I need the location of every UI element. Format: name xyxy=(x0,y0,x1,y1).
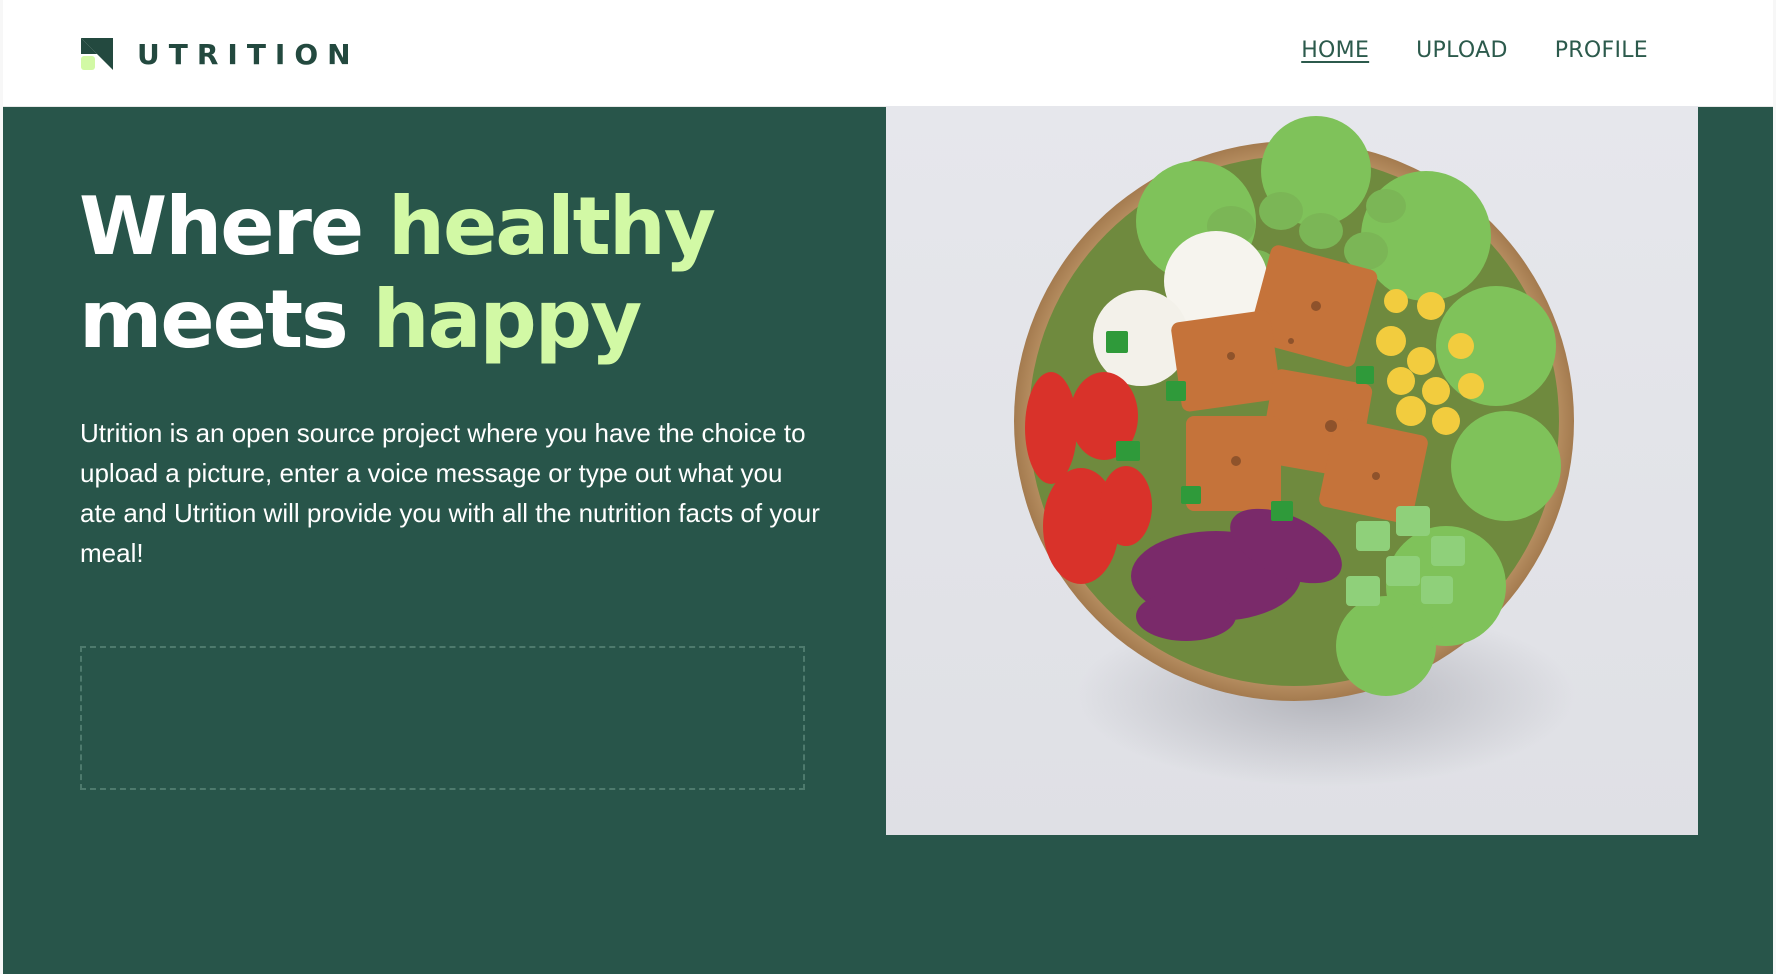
salad-bowl-image xyxy=(886,106,1698,835)
logo-icon xyxy=(79,36,115,72)
main-nav: HOME UPLOAD PROFILE xyxy=(1301,38,1648,63)
nav-home-link[interactable]: HOME xyxy=(1301,38,1369,63)
brand-logo[interactable]: UTRITION xyxy=(79,34,360,74)
hero-headline: Where healthy meets happy xyxy=(79,180,716,366)
hero-intro: Utrition is an open source project where… xyxy=(80,418,820,568)
nav-upload-link[interactable]: UPLOAD xyxy=(1416,38,1508,63)
headline-part-2: meets xyxy=(79,273,373,366)
headline-accent-1: healthy xyxy=(388,180,716,273)
brand-name: UTRITION xyxy=(137,37,360,71)
headline-accent-2: happy xyxy=(372,273,643,366)
site-header: UTRITION HOME UPLOAD PROFILE xyxy=(3,0,1773,107)
app-frame: UTRITION HOME UPLOAD PROFILE Where healt… xyxy=(3,0,1773,974)
upload-dropzone[interactable] xyxy=(80,646,805,790)
headline-part-1: Where xyxy=(79,180,389,273)
nav-profile-link[interactable]: PROFILE xyxy=(1555,38,1648,63)
